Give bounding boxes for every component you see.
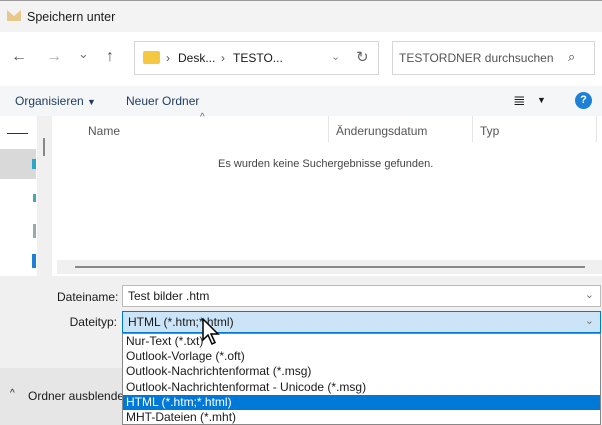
refresh-button[interactable]: ↻ <box>356 48 369 66</box>
filename-value: Test bilder .htm <box>128 289 210 303</box>
option-html[interactable]: HTML (*.htm;*.html) <box>123 394 600 410</box>
filename-input[interactable]: Test bilder .htm ⌄ <box>122 285 601 307</box>
mouse-cursor-icon <box>202 318 220 346</box>
navigation-pane <box>0 116 55 276</box>
column-divider[interactable] <box>596 116 597 142</box>
column-header-date[interactable]: Änderungsdatum <box>336 124 427 138</box>
chevron-down-icon[interactable]: ⌄ <box>331 50 340 63</box>
title-bar: Speichern unter <box>0 0 602 32</box>
collapse-line <box>7 133 28 134</box>
new-folder-button[interactable]: Neuer Ordner <box>126 94 199 108</box>
address-bar[interactable]: › Desk... › TESTO... ⌄ ↻ <box>134 41 379 75</box>
filename-label: Dateiname: <box>57 290 119 304</box>
horizontal-scrollbar[interactable] <box>57 260 602 274</box>
back-button[interactable]: ← <box>11 48 27 66</box>
filetype-select[interactable]: HTML (*.htm;*.html) ⌄ <box>122 311 601 333</box>
scrollbar-thumb[interactable] <box>75 266 585 268</box>
breadcrumb-desktop[interactable]: Desk... <box>178 51 215 65</box>
breadcrumb-separator-icon: › <box>221 51 225 65</box>
mail-icon <box>7 10 21 21</box>
nav-pane-scrollbar[interactable] <box>37 116 52 276</box>
breadcrumb-testordner[interactable]: TESTO... <box>233 51 283 65</box>
file-list: ^ Name Änderungsdatum Typ Es wurden kein… <box>55 112 602 276</box>
option-nur-text[interactable]: Nur-Text (*.txt) <box>123 334 600 349</box>
search-input[interactable]: TESTORDNER durchsuchen ⌕ <box>392 41 595 75</box>
option-mht[interactable]: MHT-Dateien (*.mht) <box>123 410 600 425</box>
filetype-dropdown-list: Nur-Text (*.txt) Outlook-Vorlage (*.oft)… <box>122 333 601 425</box>
empty-message: Es wurden keine Suchergebnisse gefunden. <box>218 158 434 170</box>
window-title: Speichern unter <box>27 10 116 24</box>
folder-icon <box>32 159 36 169</box>
folder-icon <box>143 51 160 64</box>
chevron-up-icon[interactable]: ^ <box>10 388 15 399</box>
folder-icon <box>33 224 36 238</box>
option-outlook-vorlage[interactable]: Outlook-Vorlage (*.oft) <box>123 349 600 364</box>
nav-item-selected[interactable] <box>0 149 36 179</box>
organize-label: Organisieren <box>15 94 84 108</box>
search-icon[interactable]: ⌕ <box>568 49 575 65</box>
sort-ascending-icon: ^ <box>200 112 205 123</box>
hide-folders-button[interactable]: Ordner ausblenden <box>28 389 122 403</box>
caret-down-icon[interactable]: ▼ <box>537 95 546 105</box>
view-options-icon[interactable]: ≣ <box>513 91 526 109</box>
recent-locations-button[interactable]: ⌄ <box>78 46 89 62</box>
forward-button[interactable]: → <box>46 48 62 66</box>
organize-button[interactable]: Organisieren ▼ <box>15 94 96 108</box>
column-divider[interactable] <box>472 116 473 142</box>
chevron-down-icon[interactable]: ⌄ <box>585 288 594 301</box>
column-divider[interactable] <box>328 116 329 142</box>
filetype-label: Dateityp: <box>69 315 117 329</box>
column-header-name[interactable]: Name <box>88 124 120 138</box>
option-outlook-msg[interactable]: Outlook-Nachrichtenformat (*.msg) <box>123 364 600 379</box>
breadcrumb-separator-icon: › <box>166 51 170 65</box>
chevron-down-icon[interactable]: ⌄ <box>585 314 594 327</box>
toolbar: Organisieren ▼ Neuer Ordner ≣ ▼ ? <box>0 86 602 116</box>
column-header-type[interactable]: Typ <box>480 124 499 138</box>
scrollbar-thumb[interactable] <box>43 138 45 156</box>
search-placeholder: TESTORDNER durchsuchen <box>399 51 554 65</box>
folder-icon <box>32 254 36 268</box>
option-outlook-msg-unicode[interactable]: Outlook-Nachrichtenformat - Unicode (*.m… <box>123 380 600 395</box>
folder-icon <box>33 194 36 202</box>
caret-down-icon: ▼ <box>87 97 96 107</box>
up-button[interactable]: ↑ <box>106 48 114 66</box>
help-button[interactable]: ? <box>575 92 592 109</box>
